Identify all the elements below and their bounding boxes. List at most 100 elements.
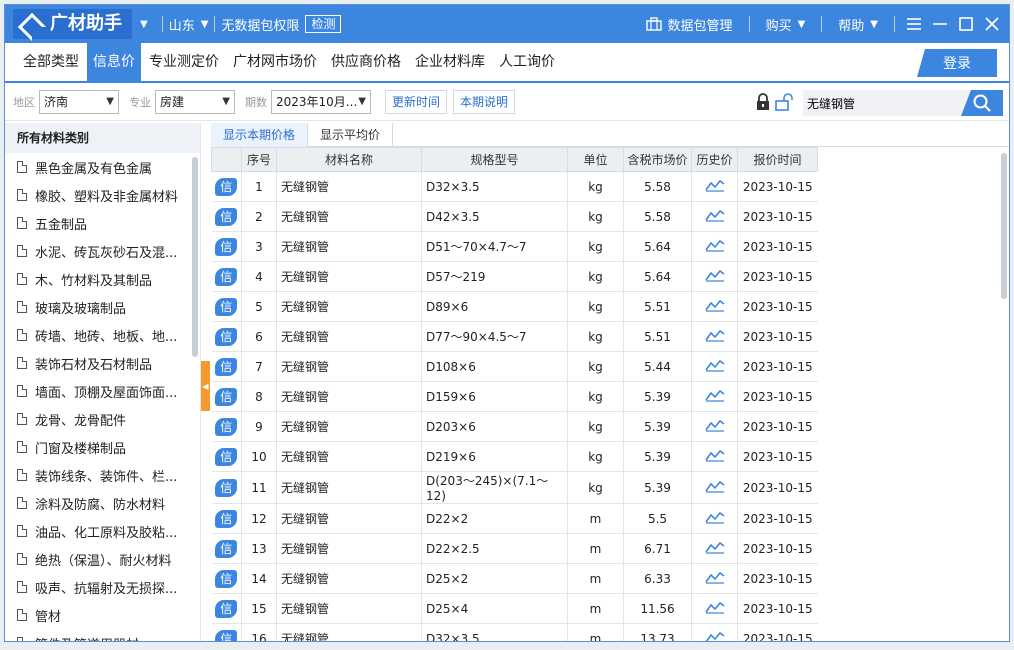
info-badge[interactable]: 信	[215, 539, 238, 558]
table-row[interactable]: 信 16 无缝钢管 D32×3.5 m 13.73 2023-10-15	[211, 623, 818, 641]
table-row[interactable]: 信 6 无缝钢管 D77～90×4.5～7 kg 5.51 2023-10-15	[211, 321, 818, 352]
table-row[interactable]: 信 11 无缝钢管 D(203～245)×(7.1～12) kg 5.39 2023-10-…	[211, 471, 818, 504]
tab-enterprise-library[interactable]: 企业材料库	[409, 43, 491, 81]
sidebar-item-category[interactable]: 油品、化工原料及胶粘...	[5, 517, 200, 545]
sidebar-item-category[interactable]: 墙面、顶棚及屋面饰面...	[5, 377, 200, 405]
line-chart-icon[interactable]	[704, 601, 725, 617]
line-chart-icon[interactable]	[705, 631, 725, 641]
sidebar-item-category[interactable]: 装饰线条、装饰件、栏...	[5, 461, 200, 489]
table-row[interactable]: 信 1 无缝钢管 D32×3.5 kg 5.58 2023-10-15	[211, 171, 818, 202]
login-button[interactable]: 登录	[917, 49, 997, 77]
info-badge[interactable]: 信	[215, 417, 238, 436]
sidebar-item-category[interactable]: 吸声、抗辐射及无损探...	[5, 573, 200, 601]
search-button[interactable]	[961, 90, 1003, 116]
sidebar-scrollbar[interactable]	[192, 157, 198, 357]
table-row[interactable]: 信 12 无缝钢管 D22×2 m 5.5 2023-10-15	[211, 503, 818, 534]
line-chart-icon[interactable]	[704, 269, 725, 285]
unlock-icon[interactable]	[775, 93, 795, 111]
sidebar-item-category[interactable]: 水泥、砖瓦灰砂石及混...	[5, 237, 200, 265]
check-button[interactable]: 检测	[305, 15, 342, 33]
info-badge[interactable]: 信	[215, 629, 238, 641]
table-row[interactable]: 信 2 无缝钢管 D42×3.5 kg 5.58 2023-10-15	[211, 201, 818, 232]
line-chart-icon[interactable]	[704, 179, 725, 195]
table-row[interactable]: 信 7 无缝钢管 D108×6 kg 5.44 2023-10-15	[211, 351, 818, 382]
menu-icon[interactable]	[901, 5, 927, 43]
line-chart-icon[interactable]	[704, 329, 725, 345]
collapse-sidebar-icon[interactable]: ◀	[201, 361, 210, 411]
info-badge[interactable]: 信	[215, 267, 238, 286]
minimize-icon[interactable]	[927, 5, 953, 43]
table-row[interactable]: 信 9 无缝钢管 D203×6 kg 5.39 2023-10-15	[211, 411, 818, 442]
line-chart-icon[interactable]	[704, 571, 725, 587]
table-row[interactable]: 信 8 无缝钢管 D159×6 kg 5.39 2023-10-15	[211, 381, 818, 412]
region-select[interactable]: 济南 ▼	[39, 89, 119, 114]
table-row[interactable]: 信 5 无缝钢管 D89×6 kg 5.51 2023-10-15	[211, 291, 818, 322]
line-chart-icon[interactable]	[704, 359, 725, 375]
tab-professional-price[interactable]: 专业测定价	[143, 43, 225, 81]
sidebar-item-category[interactable]: 龙骨、龙骨配件	[5, 405, 200, 433]
line-chart-icon[interactable]	[704, 299, 725, 315]
sidebar-item-category[interactable]: 管件及管道用器材	[5, 629, 200, 641]
line-chart-icon[interactable]	[704, 389, 725, 405]
help-menu[interactable]: 帮助 ▼	[828, 15, 888, 34]
sidebar-item-category[interactable]: 黑色金属及有色金属	[5, 153, 200, 181]
info-badge[interactable]: 信	[215, 478, 238, 497]
sidebar-item-category[interactable]: 砖墙、地砖、地板、地...	[5, 321, 200, 349]
sidebar-item-category[interactable]: 五金制品	[5, 209, 200, 237]
sidebar-item-category[interactable]: 装饰石材及石材制品	[5, 349, 200, 377]
buy-menu[interactable]: 购买 ▼	[756, 15, 816, 34]
table-row[interactable]: 信 3 无缝钢管 D51～70×4.7～7 kg 5.64 2023-10-15	[211, 231, 818, 262]
period-select[interactable]: 2023年10月... ▼	[271, 89, 371, 114]
info-badge[interactable]: 信	[215, 387, 238, 406]
info-badge[interactable]: 信	[215, 509, 238, 528]
update-time-button[interactable]: 更新时间	[385, 89, 448, 114]
table-row[interactable]: 信 13 无缝钢管 D22×2.5 m 6.71 2023-10-15	[211, 533, 818, 564]
lock-icon[interactable]	[755, 93, 771, 111]
line-chart-icon[interactable]	[704, 239, 725, 255]
period-note-button[interactable]: 本期说明	[453, 89, 516, 114]
sidebar-item-category[interactable]: 绝热（保温）、耐火材料	[5, 545, 200, 573]
unit: m	[589, 541, 602, 556]
tab-current-price[interactable]: 显示本期价格	[211, 123, 309, 147]
info-badge[interactable]: 信	[215, 207, 238, 226]
info-badge[interactable]: 信	[215, 177, 238, 196]
info-badge-cell: 信	[211, 533, 242, 564]
info-badge[interactable]: 信	[215, 569, 238, 588]
maximize-icon[interactable]	[953, 5, 979, 43]
info-badge[interactable]: 信	[215, 237, 238, 256]
line-chart-icon[interactable]	[704, 541, 725, 557]
package-management-button[interactable]: 数据包管理	[636, 15, 743, 34]
table-row[interactable]: 信 15 无缝钢管 D25×4 m 11.56 2023-10-15	[211, 593, 818, 624]
tab-info-price[interactable]: 信息价	[87, 43, 141, 81]
sidebar-item-category[interactable]: 橡胶、塑料及非金属材料	[5, 181, 200, 209]
tab-average-price[interactable]: 显示平均价	[308, 123, 394, 147]
app-menu-caret-icon[interactable]: ▼	[140, 19, 148, 30]
sidebar-item-category[interactable]: 门窗及楼梯制品	[5, 433, 200, 461]
table-scrollbar[interactable]	[1001, 153, 1007, 299]
line-chart-icon[interactable]	[704, 511, 725, 527]
line-chart-icon[interactable]	[704, 480, 725, 496]
sidebar-item-category[interactable]: 木、竹材料及其制品	[5, 265, 200, 293]
info-badge[interactable]: 信	[215, 357, 238, 376]
search-input[interactable]	[803, 91, 963, 115]
table-row[interactable]: 信 14 无缝钢管 D25×2 m 6.33 2023-10-15	[211, 563, 818, 594]
info-badge[interactable]: 信	[215, 447, 238, 466]
close-icon[interactable]	[979, 5, 1005, 43]
sidebar-item-category[interactable]: 玻璃及玻璃制品	[5, 293, 200, 321]
line-chart-icon[interactable]	[704, 209, 725, 225]
info-badge[interactable]: 信	[215, 297, 238, 316]
info-badge[interactable]: 信	[215, 599, 238, 618]
tab-supplier-price[interactable]: 供应商价格	[325, 43, 407, 81]
sidebar-item-category[interactable]: 涂料及防腐、防水材料	[5, 489, 200, 517]
line-chart-icon[interactable]	[704, 419, 725, 435]
table-row[interactable]: 信 10 无缝钢管 D219×6 kg 5.39 2023-10-15	[211, 441, 818, 472]
table-row[interactable]: 信 4 无缝钢管 D57～219 kg 5.64 2023-10-15	[211, 261, 818, 292]
tab-market-price[interactable]: 广材网市场价	[227, 43, 323, 81]
region-selector[interactable]: 山东 ▼	[169, 15, 209, 34]
info-badge[interactable]: 信	[215, 327, 238, 346]
sidebar-item-category[interactable]: 管材	[5, 601, 200, 629]
profession-select[interactable]: 房建 ▼	[155, 89, 235, 114]
line-chart-icon[interactable]	[704, 449, 725, 465]
tab-all-types[interactable]: 全部类型	[17, 43, 85, 81]
tab-manual-inquiry[interactable]: 人工询价	[493, 43, 561, 81]
